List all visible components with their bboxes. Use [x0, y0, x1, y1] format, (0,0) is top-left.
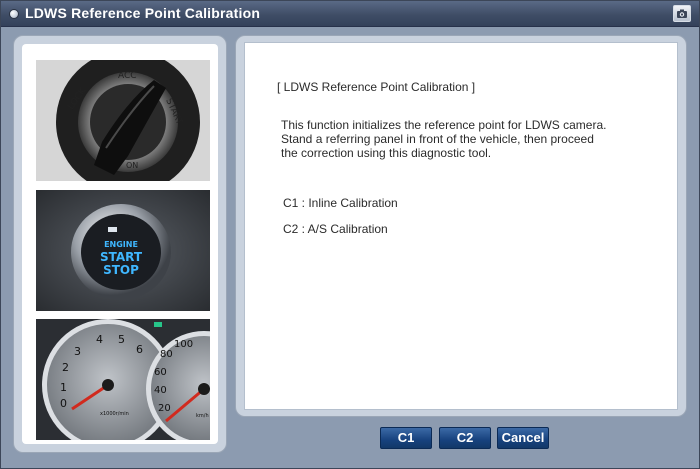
tach-tick-6: 6: [136, 343, 143, 356]
speed-tick-40: 40: [154, 385, 167, 396]
ignition-key-image: LOCK ACC START ON: [36, 60, 210, 181]
ignition-label-on: ON: [126, 161, 138, 170]
content-heading: [ LDWS Reference Point Calibration ]: [277, 80, 476, 94]
circle-icon: [9, 9, 19, 19]
option-c1-text: C1 : Inline Calibration: [283, 196, 398, 210]
content-panel: [ LDWS Reference Point Calibration ] Thi…: [235, 35, 687, 417]
tach-tick-1: 1: [60, 381, 67, 394]
tach-tick-5: 5: [118, 333, 125, 346]
speed-tick-20: 20: [158, 403, 171, 414]
option-c2-text: C2 : A/S Calibration: [283, 222, 388, 236]
image-panel: LOCK ACC START ON ENGINE START STOP 0 1 …: [13, 35, 227, 453]
window-title: LDWS Reference Point Calibration: [25, 5, 261, 21]
description-line: the correction using this diagnostic too…: [281, 146, 492, 160]
engine-start-button-image: ENGINE START STOP: [36, 190, 210, 311]
tach-tick-2: 2: [62, 361, 69, 374]
ignition-label-acc: ACC: [118, 71, 137, 81]
content-area: [ LDWS Reference Point Calibration ] Thi…: [244, 42, 678, 410]
speed-tick-60: 60: [154, 367, 167, 378]
cancel-button[interactable]: Cancel: [497, 427, 549, 449]
c1-button[interactable]: C1: [380, 427, 432, 449]
speed-tick-80: 80: [160, 349, 173, 360]
instrument-cluster-image: 0 1 2 3 4 5 6 x1000r/min 100 80 60 40 20…: [36, 319, 210, 440]
calibration-window: LDWS Reference Point Calibration LOCK AC…: [0, 0, 700, 469]
image-panel-inner: LOCK ACC START ON ENGINE START STOP 0 1 …: [22, 44, 218, 444]
tach-unit: x1000r/min: [100, 411, 129, 417]
tach-tick-4: 4: [96, 333, 103, 346]
tach-tick-0: 0: [60, 397, 67, 410]
start-label: START: [100, 250, 143, 264]
title-bar: LDWS Reference Point Calibration: [1, 1, 699, 27]
speed-tick-100: 100: [174, 339, 193, 350]
engine-label: ENGINE: [104, 240, 138, 249]
camera-icon[interactable]: [673, 5, 691, 22]
c2-button[interactable]: C2: [439, 427, 491, 449]
speed-unit: km/h: [196, 413, 209, 419]
stop-label: STOP: [103, 263, 139, 277]
tach-tick-3: 3: [74, 345, 81, 358]
